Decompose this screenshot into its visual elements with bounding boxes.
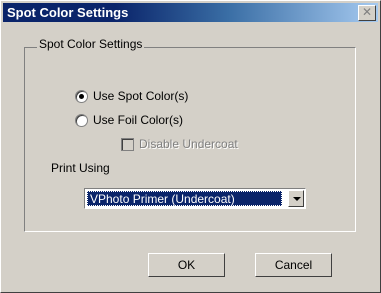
- print-using-label: Print Using: [51, 161, 110, 175]
- chevron-down-icon: [293, 197, 301, 201]
- print-using-select[interactable]: VPhoto Primer (Undercoat): [84, 188, 306, 209]
- window-title: Spot Color Settings: [7, 5, 129, 20]
- group-caption: Spot Color Settings: [37, 37, 145, 51]
- cancel-button[interactable]: Cancel: [255, 253, 332, 277]
- disable-undercoat-label: Disable Undercoat: [139, 137, 238, 151]
- radio-circle: [75, 89, 88, 103]
- radio-dot: [79, 93, 84, 99]
- spot-color-settings-dialog: Spot Color Settings ✕ Spot Color Setting…: [0, 0, 381, 293]
- dropdown-button[interactable]: [288, 190, 304, 207]
- close-button[interactable]: ✕: [358, 5, 376, 21]
- use-foil-color-label: Use Foil Color(s): [93, 113, 184, 127]
- ok-button[interactable]: OK: [148, 253, 225, 277]
- checkbox-box: [121, 137, 134, 151]
- use-spot-color-label: Use Spot Color(s): [93, 89, 189, 103]
- radio-circle: [75, 113, 88, 127]
- close-icon: ✕: [361, 5, 373, 19]
- use-spot-color-radio[interactable]: Use Spot Color(s): [75, 89, 188, 103]
- print-using-value: VPhoto Primer (Undercoat): [87, 191, 282, 206]
- use-foil-color-radio[interactable]: Use Foil Color(s): [75, 113, 183, 127]
- disable-undercoat-checkbox[interactable]: Disable Undercoat: [121, 137, 238, 151]
- title-bar[interactable]: Spot Color Settings ✕: [3, 3, 378, 22]
